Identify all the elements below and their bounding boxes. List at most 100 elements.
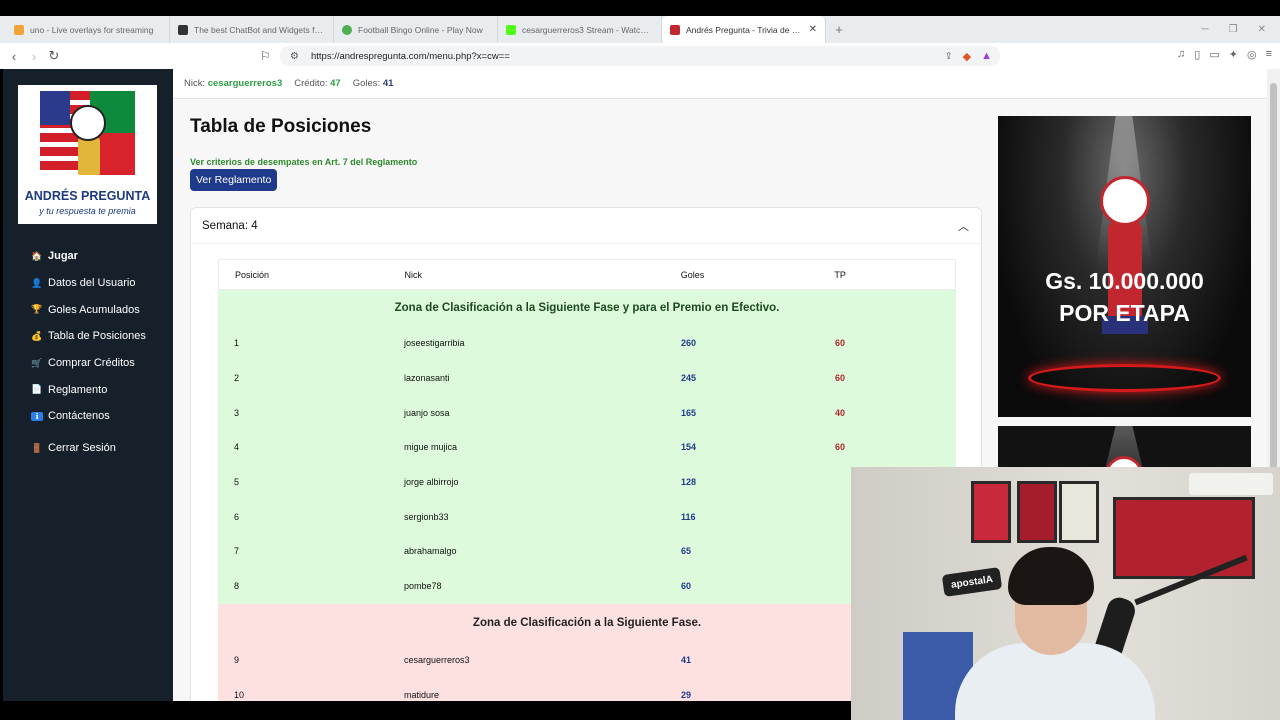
zone-prize-header: Zona de Clasificación a la Siguiente Fas…	[218, 290, 956, 326]
table-row: 8 pombe78 60	[218, 568, 956, 604]
sidebar-item-label: Goles Acumulados	[48, 303, 140, 316]
table-row: 10 matidure 29	[218, 677, 956, 701]
site-logo[interactable]: ANDRÉS PREGUNTA y tu respuesta te premia	[18, 85, 157, 224]
tab-title: Football Bingo Online - Play Now	[358, 24, 483, 35]
logo-tagline: y tu respuesta te premia	[39, 206, 136, 216]
view-rules-button[interactable]: Ver Reglamento	[190, 169, 278, 191]
forward-icon[interactable]: ›	[24, 49, 44, 64]
cell-position: 8	[234, 581, 240, 592]
sidebar-item-datos-usuario[interactable]: 👤 Datos del Usuario	[31, 270, 146, 297]
money-bag-icon: 💰	[31, 330, 43, 341]
column-header-tp: TP	[834, 269, 846, 280]
cell-nick: juanjo sosa	[404, 407, 450, 418]
sidebar-item-cerrar-sesion[interactable]: 🚪 Cerrar Sesión	[31, 435, 146, 462]
webcam-overlay: apostalA	[851, 467, 1280, 720]
tab-title: cesarguerreros3 Stream - Watch Live	[522, 24, 653, 35]
cell-goals: 128	[681, 477, 697, 488]
cell-position: 1	[234, 338, 240, 349]
chevron-up-icon[interactable]: ︿	[958, 218, 969, 234]
browser-tab[interactable]: cesarguerreros3 Stream - Watch Live	[498, 16, 662, 43]
site-settings-icon[interactable]: ⚙	[290, 51, 299, 62]
sidebar-item-contactenos[interactable]: ℹ Contáctenos	[31, 403, 146, 430]
sidebar-item-label: Reglamento	[48, 383, 108, 396]
info-icon: ℹ	[31, 411, 43, 421]
goals-info: Goles: 41	[352, 78, 394, 89]
new-tab-button[interactable]: +	[826, 16, 852, 43]
cell-nick: cesarguerreros3	[404, 654, 470, 665]
browser-tab-active[interactable]: Andrés Pregunta - Trivia de Fútb ✕	[662, 16, 826, 43]
jersey-frame	[1017, 481, 1057, 543]
sidebar-item-label: Datos del Usuario	[48, 277, 136, 290]
trophy-icon: 🏆	[31, 304, 43, 315]
rewards-icon[interactable]: ▲	[981, 50, 992, 62]
sidebar-item-goles-acumulados[interactable]: 🏆 Goles Acumulados	[31, 296, 146, 323]
cell-goals: 29	[681, 689, 692, 700]
credit-value: 47	[330, 78, 341, 89]
cell-goals: 245	[681, 373, 697, 384]
document-icon: 📄	[31, 384, 43, 395]
table-row: 5 jorge albirrojo 128	[218, 464, 956, 500]
cell-nick: abrahamalgo	[404, 546, 457, 557]
cell-goals: 65	[681, 546, 692, 557]
window-controls: ─ ❐ ✕	[1202, 16, 1280, 43]
prize-banner[interactable]: Gs. 10.000.000 POR ETAPA	[998, 116, 1251, 417]
cell-nick: joseestigarribia	[404, 338, 465, 349]
sidebar-item-tabla-posiciones[interactable]: 💰 Tabla de Posiciones	[31, 323, 145, 350]
tab-favicon-icon	[670, 24, 680, 35]
wallet-icon[interactable]: ▭	[1209, 48, 1219, 61]
column-header-position: Posición	[235, 269, 270, 280]
nick-info: Nick: cesarguerreros3	[184, 78, 283, 89]
vpn-icon[interactable]: ◎	[1247, 48, 1257, 61]
logo-emblem	[40, 91, 135, 175]
week-accordion-header[interactable]: Semana: 4 ︿	[191, 208, 981, 244]
reload-icon[interactable]: ↻	[44, 48, 64, 64]
browser-tab[interactable]: uno - Live overlays for streaming	[6, 16, 170, 43]
minimize-icon[interactable]: ─	[1202, 24, 1209, 35]
browser-tab[interactable]: The best ChatBot and Widgets for K	[170, 16, 334, 43]
address-bar[interactable]: ⚙ https://andrespregunta.com/menu.php?x=…	[280, 46, 1000, 66]
tab-title: uno - Live overlays for streaming	[30, 24, 154, 35]
restore-icon[interactable]: ❐	[1229, 24, 1238, 35]
cell-goals: 60	[681, 581, 692, 592]
table-row: 6 sergionb33 116	[218, 499, 956, 535]
tab-favicon-icon	[178, 24, 188, 35]
cell-nick: sergionb33	[404, 511, 449, 522]
air-conditioner	[1189, 473, 1273, 495]
sidebar-item-label: Contáctenos	[48, 410, 110, 423]
browser-tab[interactable]: Football Bingo Online - Play Now	[334, 16, 498, 43]
stage-ring	[1028, 364, 1221, 392]
user-icon: 👤	[31, 277, 43, 288]
media-icon[interactable]: ♫	[1177, 48, 1185, 61]
jersey-frame	[1059, 481, 1099, 543]
cart-icon: 🛒	[31, 357, 43, 368]
tiebreak-criteria-text: Ver criterios de desempates en Art. 7 de…	[190, 157, 418, 167]
browser-toolbar: ‹ › ↻ ⚐ ⚙ https://andrespregunta.com/men…	[0, 43, 1280, 69]
sidebar-item-jugar[interactable]: 🏠 Jugar	[31, 243, 146, 270]
cell-goals: 41	[681, 654, 692, 665]
share-icon[interactable]: ⇪	[945, 51, 953, 62]
prize-period: POR ETAPA	[1059, 300, 1190, 326]
door-icon: 🚪	[31, 442, 43, 453]
cell-tp: 40	[835, 407, 846, 418]
tab-favicon-icon	[14, 24, 24, 35]
sidebar-toggle-icon[interactable]: ▯	[1194, 48, 1200, 61]
bookmark-icon[interactable]: ⚐	[260, 49, 271, 63]
cell-nick: lazonasanti	[404, 373, 450, 384]
cell-position: 4	[234, 442, 240, 453]
brave-shield-icon[interactable]: ◆	[963, 50, 971, 63]
zone-qualify-header: Zona de Clasificación a la Siguiente Fas…	[218, 603, 956, 643]
back-icon[interactable]: ‹	[4, 49, 24, 64]
close-tab-icon[interactable]: ✕	[809, 24, 817, 35]
close-window-icon[interactable]: ✕	[1258, 24, 1266, 35]
cell-goals: 154	[681, 442, 697, 453]
table-header: Posición Nick Goles TP	[218, 259, 956, 290]
leo-icon[interactable]: ✦	[1229, 48, 1238, 61]
sidebar-item-comprar-creditos[interactable]: 🛒 Comprar Créditos	[31, 350, 146, 377]
home-icon: 🏠	[31, 250, 43, 261]
sidebar-item-reglamento[interactable]: 📄 Reglamento	[31, 376, 146, 403]
cell-nick: jorge albirrojo	[404, 477, 459, 488]
logo-title: ANDRÉS PREGUNTA	[24, 189, 151, 203]
tab-title: Andrés Pregunta - Trivia de Fútb	[686, 24, 803, 35]
column-header-nick: Nick	[404, 269, 423, 280]
menu-icon[interactable]: ≡	[1266, 48, 1272, 61]
